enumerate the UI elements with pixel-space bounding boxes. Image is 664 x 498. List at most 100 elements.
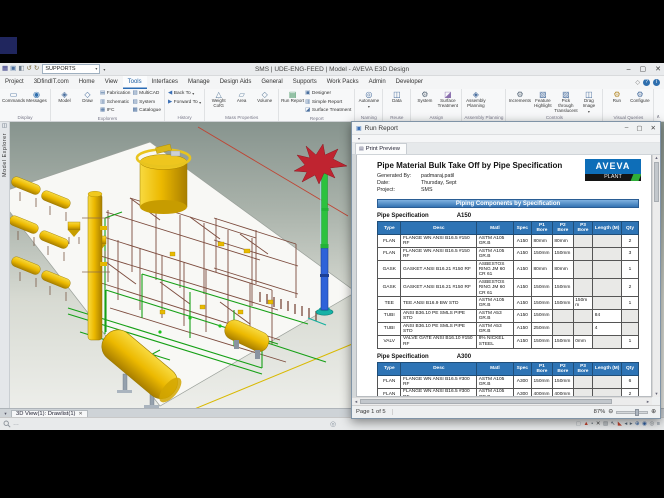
pipe-spec-heading: Pipe SpecificationA150 (377, 213, 639, 219)
dialog-toolbar-dropdown-icon[interactable]: ▾ (358, 136, 360, 141)
ribbon-button-schematic[interactable]: ▥Schematic (100, 99, 130, 107)
ribbon-button-surface-treatment[interactable]: ◪Surface Treatment (436, 89, 459, 109)
ribbon-button-back-to[interactable]: ◀Back To ▾ (168, 90, 201, 98)
ribbon-tab-admin[interactable]: Admin (364, 76, 391, 89)
scroll-up-icon[interactable]: ▲ (653, 155, 660, 161)
ribbon-tab-work-packs[interactable]: Work Packs (322, 76, 364, 89)
ribbon-button-increments[interactable]: ⚙Increments (508, 89, 531, 104)
diamond-icon[interactable]: ◇ (635, 79, 640, 86)
ribbon-button-system[interactable]: ⚙System (413, 89, 436, 104)
ribbon-group-label: Reuse (385, 114, 408, 121)
ribbon-button-volume[interactable]: ◇Volume (253, 89, 276, 104)
window-title: SMS | UDE-ENG-FEED | Model - AVEVA E3D D… (0, 63, 664, 76)
ribbon-button-system[interactable]: ▨System (132, 99, 161, 107)
ribbon-button-run-report[interactable]: ▤Run Report (281, 89, 304, 104)
column-header: Length (M) (593, 222, 622, 235)
target-icon[interactable]: ◎ (330, 420, 336, 428)
ribbon-button-forward-to[interactable]: ▶Forward To ▾ (168, 99, 201, 107)
zoom-slider[interactable] (616, 411, 648, 414)
dialog-minimize-button[interactable]: – (625, 124, 629, 132)
ribbon-button-fabrication[interactable]: ▤Fabrication (100, 90, 130, 98)
ribbon-button-area[interactable]: ▱Area (230, 89, 253, 104)
ribbon-tab-design-aids[interactable]: Design Aids (215, 76, 257, 89)
add-icon[interactable]: ⊕ (635, 421, 640, 428)
ribbon-tab-view[interactable]: View (100, 76, 123, 89)
project-value: SMS (421, 187, 527, 194)
close-icon[interactable]: ✕ (596, 421, 601, 428)
command-search[interactable]: … (3, 420, 19, 428)
target-icon[interactable]: ◎ (649, 421, 654, 428)
ribbon-group-label: Naming (357, 114, 380, 121)
dialog-toolbar: ▾ (352, 135, 660, 143)
ribbon-button-pick-through-translucent[interactable]: ▨Pick through Translucent (554, 89, 577, 113)
chevron-down-icon: ▾ (368, 104, 370, 109)
dot-icon[interactable]: ▪ (591, 421, 593, 428)
ribbon-button-feature-highlight[interactable]: ▧Feature Highlight (531, 89, 554, 109)
zoom-in-icon[interactable]: ⊕ (651, 409, 656, 415)
menu-icon[interactable]: ≡ (657, 421, 660, 428)
ribbon-button-autoname[interactable]: ◎Autoname ▾ (357, 89, 380, 109)
ribbon-button-draw[interactable]: ◇Draw (76, 89, 99, 104)
ribbon-button-model[interactable]: ◈Model (53, 89, 76, 104)
ribbon-button-configure[interactable]: ⚙Configure (628, 89, 651, 104)
ribbon-button-simple-report[interactable]: ▥Simple Report (305, 99, 351, 107)
zoom-value: 87% (594, 409, 606, 415)
ribbon-button-data[interactable]: ◫Data (385, 89, 408, 104)
ribbon-button-weight-cofg[interactable]: △Weight CofG (207, 89, 230, 109)
ribbon-tab-general[interactable]: General (256, 76, 287, 89)
ribbon-tab-tools[interactable]: Tools (123, 76, 147, 89)
date-label: Date: (377, 180, 421, 187)
ribbon-tab-supports[interactable]: Supports (288, 76, 322, 89)
collapse-ribbon-icon[interactable]: ∧ (656, 114, 660, 120)
angle-icon[interactable]: ◣ (618, 421, 622, 428)
cursor-icon[interactable]: ↖ (611, 421, 616, 428)
tab-print-preview[interactable]: ▤ Print Preview (355, 143, 407, 154)
ribbon-button-messages[interactable]: ◉Messages (25, 89, 48, 104)
minimize-button[interactable]: – (627, 63, 631, 76)
zoom-out-icon[interactable]: ⊖ (608, 409, 613, 415)
close-button[interactable]: ✕ (655, 63, 661, 76)
ribbon-button-run[interactable]: ⚙Run (605, 89, 628, 104)
snap-grid-icon[interactable]: ▨ (603, 421, 608, 428)
ribbon-button-ifc[interactable]: ▦IFC (100, 107, 130, 115)
preview-area: Pipe Material Bulk Take Off by Pipe Spec… (352, 155, 652, 397)
ribbon-tab-manage[interactable]: Manage (183, 76, 215, 89)
ribbon-button-commands[interactable]: ▭Commands (2, 89, 25, 104)
ribbon-button-designer[interactable]: ▣Designer (305, 90, 351, 98)
view-tab-menu-icon[interactable]: ▾ (0, 409, 11, 417)
info-icon[interactable]: i (653, 79, 660, 86)
scroll-down-icon[interactable]: ▼ (653, 391, 660, 397)
restore-button[interactable]: ▢ (640, 63, 647, 76)
help-icon[interactable]: ? (643, 79, 650, 86)
alert-icon[interactable]: ▲ (583, 421, 588, 428)
ribbon-button-multicad[interactable]: ▧MultiCAD (132, 90, 161, 98)
panel-icon[interactable]: ▢ (576, 421, 581, 428)
ribbon-tab-interfaces[interactable]: Interfaces (147, 76, 183, 89)
table-row: GASKGASKET ANSI B16.21 #150 RFASBESTOS R… (378, 261, 639, 279)
zoom-slider-thumb[interactable] (635, 409, 639, 416)
ribbon-group-assembly-planning: ◈Assembly Planning Assembly Planning (462, 89, 506, 121)
ribbon-button-surface-treatment[interactable]: ◪Surface Treatment (305, 107, 351, 115)
step-left-icon[interactable]: ◂ (625, 421, 628, 428)
preview-horizontal-scrollbar[interactable]: ◄ ► (352, 397, 652, 405)
column-header: Spec (513, 222, 531, 235)
vertical-scroll-thumb[interactable] (654, 162, 659, 202)
view-tab-3d[interactable]: 3D View(1): Drawlist(1) ✕ (11, 410, 88, 417)
model-explorer-collapsed-tab[interactable]: ◫ Model Explorer (0, 122, 10, 408)
ribbon-tab-home[interactable]: Home (74, 76, 100, 89)
ribbon-tab-project[interactable]: Project (0, 76, 29, 89)
preview-vertical-scrollbar[interactable]: ▲ ▼ (652, 155, 660, 397)
dialog-maximize-button[interactable]: ▢ (636, 124, 642, 132)
horizontal-scroll-thumb[interactable] (360, 399, 612, 404)
ribbon-button-catalogue[interactable]: ▩Catalogue (132, 107, 161, 115)
search-icon (3, 420, 11, 428)
record-icon[interactable]: ◉ (642, 421, 647, 428)
ribbon-tab-developer[interactable]: Developer (391, 76, 428, 89)
ribbon-button-assembly-planning[interactable]: ◈Assembly Planning (464, 89, 487, 109)
ribbon-group-label: Assembly Planning (464, 114, 503, 121)
ribbon-group-label: Display (2, 114, 48, 121)
dialog-close-button[interactable]: ✕ (651, 124, 656, 132)
ribbon-tab-3dfindit-com[interactable]: 3DfindIT.com (29, 76, 74, 89)
step-right-icon[interactable]: ▸ (630, 421, 633, 428)
ribbon-button-drag-image[interactable]: ◫Drag Image ▾ (577, 89, 600, 114)
